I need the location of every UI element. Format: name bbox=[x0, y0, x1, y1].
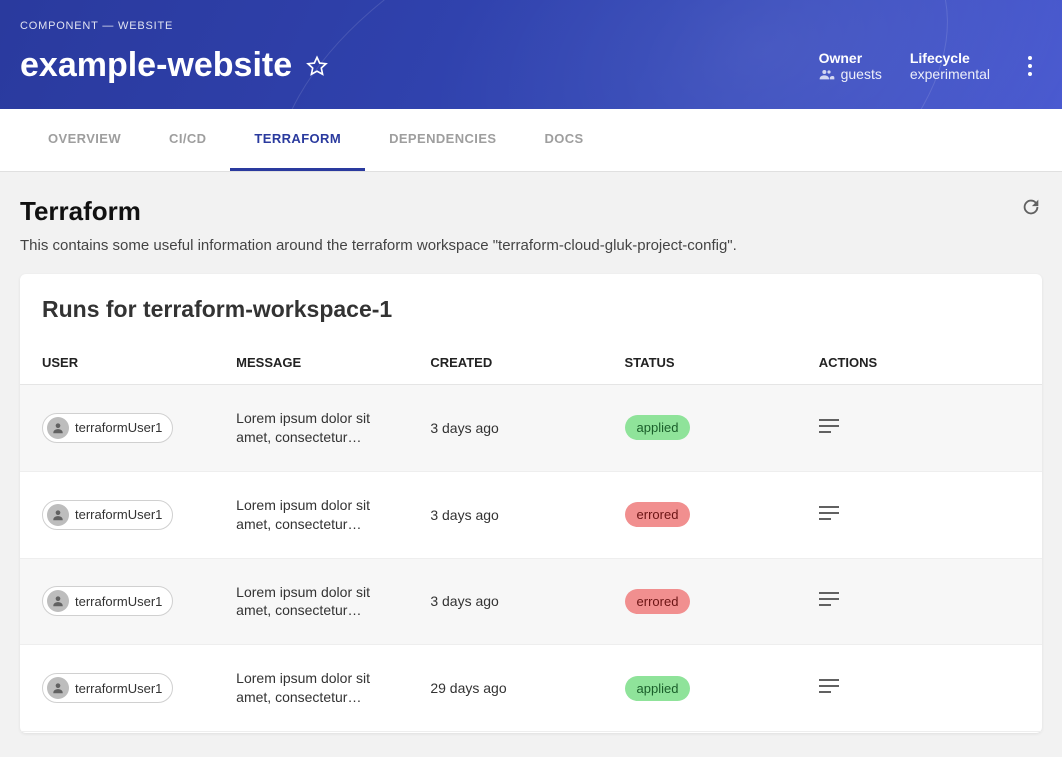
runs-table: USER MESSAGE CREATED STATUS ACTIONS terr… bbox=[20, 341, 1042, 732]
table-row: terraformUser1 Lorem ipsum dolor sit amet… bbox=[20, 471, 1042, 558]
avatar bbox=[47, 590, 69, 612]
tab-terraform[interactable]: TERRAFORM bbox=[230, 109, 365, 171]
status-badge: applied bbox=[625, 415, 691, 440]
user-chip[interactable]: terraformUser1 bbox=[42, 500, 173, 530]
more-menu-button[interactable] bbox=[1018, 56, 1042, 76]
tab-dependencies[interactable]: DEPENDENCIES bbox=[365, 109, 520, 171]
run-message: Lorem ipsum dolor sit amet, consectetur… bbox=[236, 669, 386, 707]
page-header: COMPONENT — WEBSITE example-website Owne… bbox=[0, 0, 1062, 109]
status-badge: errored bbox=[625, 589, 691, 614]
user-name: terraformUser1 bbox=[75, 507, 162, 522]
page-title: example-website bbox=[20, 46, 292, 85]
run-message: Lorem ipsum dolor sit amet, consectetur… bbox=[236, 409, 386, 447]
card-title: Runs for terraform-workspace-1 bbox=[20, 274, 1042, 341]
owner-meta: Owner guests bbox=[819, 50, 882, 82]
status-badge: applied bbox=[625, 676, 691, 701]
table-row: terraformUser1 Lorem ipsum dolor sit amet… bbox=[20, 645, 1042, 732]
lifecycle-value: experimental bbox=[910, 66, 990, 82]
col-header-user: USER bbox=[20, 341, 214, 385]
tab-docs[interactable]: DOCS bbox=[520, 109, 607, 171]
notes-icon[interactable] bbox=[819, 592, 841, 610]
avatar bbox=[47, 417, 69, 439]
run-message: Lorem ipsum dolor sit amet, consectetur… bbox=[236, 496, 386, 534]
user-name: terraformUser1 bbox=[75, 594, 162, 609]
status-badge: errored bbox=[625, 502, 691, 527]
user-chip[interactable]: terraformUser1 bbox=[42, 413, 173, 443]
tab-ci-cd[interactable]: CI/CD bbox=[145, 109, 230, 171]
col-header-message: MESSAGE bbox=[214, 341, 408, 385]
run-created: 3 days ago bbox=[408, 385, 602, 472]
col-header-created: CREATED bbox=[408, 341, 602, 385]
user-chip[interactable]: terraformUser1 bbox=[42, 586, 173, 616]
tab-bar: OVERVIEWCI/CDTERRAFORMDEPENDENCIESDOCS bbox=[0, 109, 1062, 172]
table-row: terraformUser1 Lorem ipsum dolor sit amet… bbox=[20, 558, 1042, 645]
table-row: terraformUser1 Lorem ipsum dolor sit amet… bbox=[20, 385, 1042, 472]
refresh-button[interactable] bbox=[1020, 196, 1042, 218]
breadcrumb: COMPONENT — WEBSITE bbox=[20, 20, 1042, 32]
user-chip[interactable]: terraformUser1 bbox=[42, 673, 173, 703]
user-name: terraformUser1 bbox=[75, 420, 162, 435]
run-created: 3 days ago bbox=[408, 471, 602, 558]
notes-icon[interactable] bbox=[819, 506, 841, 524]
runs-card: Runs for terraform-workspace-1 USER MESS… bbox=[20, 274, 1042, 733]
run-created: 29 days ago bbox=[408, 645, 602, 732]
notes-icon[interactable] bbox=[819, 419, 841, 437]
avatar bbox=[47, 504, 69, 526]
section-description: This contains some useful information ar… bbox=[20, 237, 737, 254]
col-header-status: STATUS bbox=[603, 341, 797, 385]
star-icon[interactable] bbox=[306, 55, 328, 77]
section-title: Terraform bbox=[20, 196, 737, 227]
lifecycle-meta: Lifecycle experimental bbox=[910, 50, 990, 82]
owner-value[interactable]: guests bbox=[841, 66, 882, 82]
user-name: terraformUser1 bbox=[75, 681, 162, 696]
run-created: 3 days ago bbox=[408, 558, 602, 645]
owner-label: Owner bbox=[819, 50, 882, 66]
notes-icon[interactable] bbox=[819, 679, 841, 697]
run-message: Lorem ipsum dolor sit amet, consectetur… bbox=[236, 583, 386, 621]
lifecycle-label: Lifecycle bbox=[910, 50, 990, 66]
tab-overview[interactable]: OVERVIEW bbox=[24, 109, 145, 171]
col-header-actions: ACTIONS bbox=[797, 341, 1042, 385]
group-icon bbox=[819, 68, 835, 80]
avatar bbox=[47, 677, 69, 699]
